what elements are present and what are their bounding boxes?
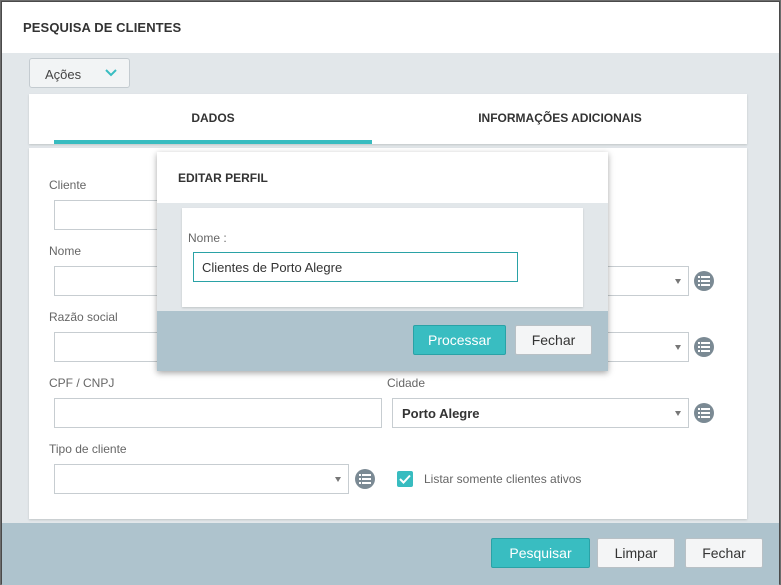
select-arrow-icon — [675, 279, 681, 284]
tipo-select[interactable] — [54, 464, 349, 494]
dialog-form-panel: Nome : — [182, 208, 583, 307]
actions-label: Ações — [45, 67, 82, 82]
tab-bar: DADOS INFORMAÇÕES ADICIONAIS — [29, 94, 747, 144]
dialog-header: EDITAR PERFIL — [157, 152, 608, 203]
cliente-label: Cliente — [49, 178, 87, 192]
cpf-input[interactable] — [54, 398, 382, 428]
cidade-select[interactable]: Porto Alegre — [392, 398, 689, 428]
tipo-label: Tipo de cliente — [49, 442, 127, 456]
list-icon[interactable] — [694, 271, 714, 291]
cpf-label: CPF / CNPJ — [49, 376, 115, 390]
fechar-button[interactable]: Fechar — [685, 538, 763, 568]
list-icon[interactable] — [694, 337, 714, 357]
tab-info-label: INFORMAÇÕES ADICIONAIS — [478, 111, 642, 125]
tab-informacoes-adicionais[interactable]: INFORMAÇÕES ADICIONAIS — [373, 94, 747, 144]
nome-label: Nome — [49, 244, 82, 258]
select-arrow-icon — [675, 411, 681, 416]
pesquisar-button[interactable]: Pesquisar — [491, 538, 590, 568]
dialog-title: EDITAR PERFIL — [178, 171, 268, 185]
checkmark-icon — [399, 474, 411, 484]
dialog-body: Nome : — [157, 203, 608, 311]
list-icon[interactable] — [694, 403, 714, 423]
active-tab-indicator — [54, 140, 372, 144]
cidade-value: Porto Alegre — [402, 406, 480, 421]
edit-profile-dialog: EDITAR PERFIL Nome : Processar Fechar — [157, 152, 608, 371]
search-clients-window: PESQUISA DE CLIENTES Ações DADOS INFORMA… — [1, 1, 780, 585]
ativos-label: Listar somente clientes ativos — [424, 472, 582, 486]
dialog-fechar-button[interactable]: Fechar — [515, 325, 592, 355]
processar-button[interactable]: Processar — [413, 325, 506, 355]
select-arrow-icon — [335, 477, 341, 482]
profile-name-input[interactable] — [194, 253, 517, 281]
dialog-footer: Processar Fechar — [157, 311, 608, 371]
actions-dropdown[interactable]: Ações — [29, 58, 130, 88]
window-title: PESQUISA DE CLIENTES — [23, 20, 182, 35]
select-arrow-icon — [675, 345, 681, 350]
nome-input[interactable] — [54, 266, 164, 296]
tab-dados[interactable]: DADOS — [54, 94, 372, 144]
cidade-label: Cidade — [387, 376, 426, 390]
title-bar: PESQUISA DE CLIENTES — [2, 2, 779, 53]
tab-dados-label: DADOS — [191, 111, 235, 125]
razao-label: Razão social — [49, 310, 118, 324]
chevron-down-icon — [105, 69, 117, 77]
ativos-checkbox[interactable] — [397, 471, 413, 487]
limpar-button[interactable]: Limpar — [597, 538, 675, 568]
profile-name-field[interactable] — [193, 252, 518, 282]
footer-bar: Pesquisar Limpar Fechar — [2, 523, 779, 585]
cliente-input[interactable] — [54, 200, 164, 230]
razao-input[interactable] — [54, 332, 164, 362]
profile-name-label: Nome : — [188, 231, 227, 245]
list-icon[interactable] — [355, 469, 375, 489]
